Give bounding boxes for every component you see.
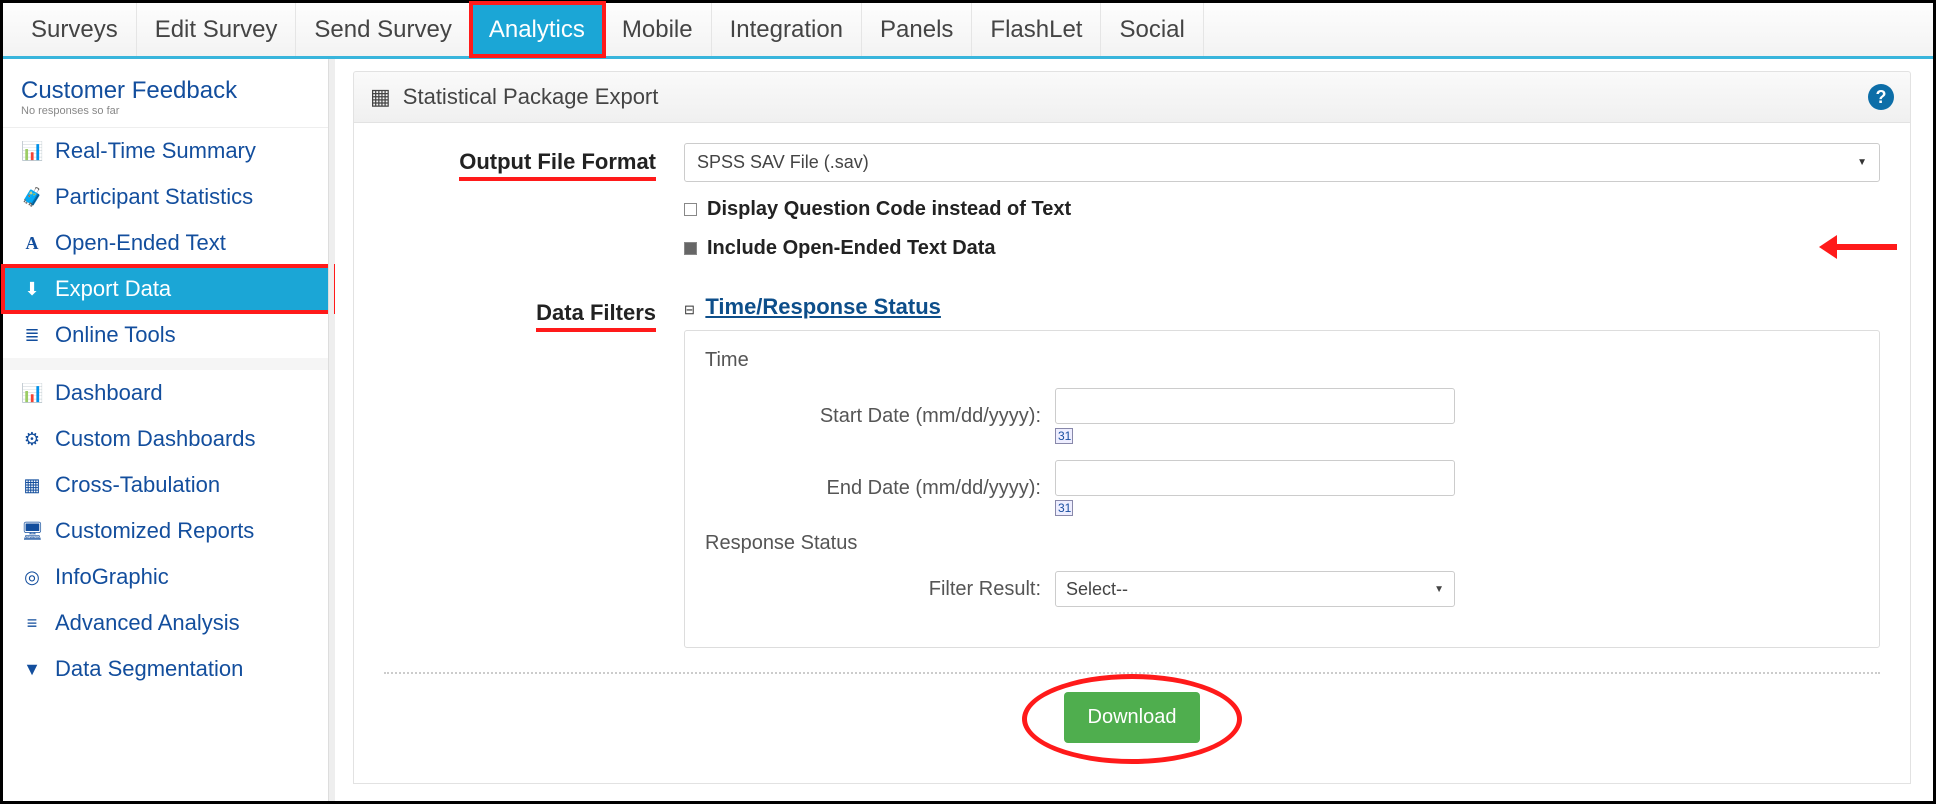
download-button[interactable]: Download <box>1064 692 1201 743</box>
sidebar-item-label: Online Tools <box>55 322 176 348</box>
tab-send-survey[interactable]: Send Survey <box>296 3 470 56</box>
sidebar-item-infographic[interactable]: ◎ InfoGraphic <box>3 554 334 600</box>
sidebar-item-label: Open-Ended Text <box>55 230 226 256</box>
tab-flashlet[interactable]: FlashLet <box>972 3 1101 56</box>
time-heading: Time <box>705 349 1859 372</box>
table-icon: ▦ <box>370 84 391 110</box>
tab-panels[interactable]: Panels <box>862 3 972 56</box>
tab-social[interactable]: Social <box>1101 3 1203 56</box>
sidebar-item-export-data[interactable]: ⬇ Export Data <box>3 266 334 312</box>
target-icon: ◎ <box>21 567 43 588</box>
include-open-ended-checkbox[interactable] <box>684 242 697 255</box>
sidebar-item-data-segmentation[interactable]: ▼ Data Segmentation <box>3 646 334 692</box>
sidebar: Customer Feedback No responses so far 📊 … <box>3 59 335 801</box>
start-date-label: Start Date (mm/dd/yyyy): <box>705 405 1055 428</box>
font-icon: A <box>21 233 43 254</box>
output-format-select[interactable]: SPSS SAV File (.sav) ▼ <box>684 143 1880 182</box>
include-open-ended-label: Include Open-Ended Text Data <box>707 237 996 260</box>
panel-title: Statistical Package Export <box>403 84 659 110</box>
sidebar-item-label: Data Segmentation <box>55 656 243 682</box>
tab-integration[interactable]: Integration <box>712 3 862 56</box>
sidebar-item-cross-tabulation[interactable]: ▦ Cross-Tabulation <box>3 462 334 508</box>
top-nav: Surveys Edit Survey Send Survey Analytic… <box>3 3 1933 59</box>
output-format-value: SPSS SAV File (.sav) <box>697 152 869 173</box>
start-date-input[interactable] <box>1055 388 1455 424</box>
chevron-down-icon: ▼ <box>1434 584 1444 595</box>
sidebar-item-custom-dashboards[interactable]: ⚙ Custom Dashboards <box>3 416 334 462</box>
sidebar-item-customized-reports[interactable]: 🖥 Customized Reports <box>3 508 334 554</box>
sidebar-item-label: InfoGraphic <box>55 564 169 590</box>
data-filters-label: Data Filters <box>384 294 684 332</box>
calendar-icon[interactable]: 31 <box>1055 428 1073 444</box>
main-panel: ▦ Statistical Package Export ? Output Fi… <box>335 59 1933 801</box>
gears-icon: ⚙ <box>21 429 43 450</box>
end-date-input[interactable] <box>1055 460 1455 496</box>
panel-header: ▦ Statistical Package Export ? <box>353 71 1911 123</box>
end-date-label: End Date (mm/dd/yyyy): <box>705 477 1055 500</box>
calendar-icon[interactable]: 31 <box>1055 500 1073 516</box>
filter-icon: ▼ <box>21 659 43 680</box>
grid-icon: ▦ <box>21 475 43 496</box>
sidebar-item-label: Customized Reports <box>55 518 254 544</box>
sidebar-divider <box>3 358 334 370</box>
display-question-code-checkbox[interactable] <box>684 203 697 216</box>
separator <box>384 672 1880 674</box>
chart-icon: 📊 <box>21 383 43 404</box>
chart-icon: 📊 <box>21 141 43 162</box>
response-status-heading: Response Status <box>705 532 1859 555</box>
briefcase-icon: 🧳 <box>21 187 43 208</box>
sidebar-item-dashboard[interactable]: 📊 Dashboard <box>3 370 334 416</box>
chevron-down-icon: ▼ <box>1857 157 1867 168</box>
filter-result-label: Filter Result: <box>705 578 1055 601</box>
collapse-toggle-icon[interactable]: ⊟ <box>684 302 695 317</box>
survey-title: Customer Feedback <box>3 73 334 105</box>
bars-icon: ≡ <box>21 613 43 634</box>
sidebar-scrollbar[interactable] <box>328 59 334 801</box>
sidebar-item-participant-statistics[interactable]: 🧳 Participant Statistics <box>3 174 334 220</box>
download-icon: ⬇ <box>21 279 43 300</box>
tab-mobile[interactable]: Mobile <box>604 3 712 56</box>
tab-edit-survey[interactable]: Edit Survey <box>137 3 297 56</box>
display-question-code-label: Display Question Code instead of Text <box>707 198 1071 221</box>
tab-analytics[interactable]: Analytics <box>471 3 604 56</box>
tab-surveys[interactable]: Surveys <box>13 3 137 56</box>
monitor-icon: 🖥 <box>21 521 43 542</box>
sidebar-item-label: Custom Dashboards <box>55 426 256 452</box>
output-format-label: Output File Format <box>384 143 684 181</box>
sidebar-item-realtime-summary[interactable]: 📊 Real-Time Summary <box>3 128 334 174</box>
sidebar-item-online-tools[interactable]: ≣ Online Tools <box>3 312 334 358</box>
sidebar-item-label: Dashboard <box>55 380 163 406</box>
sidebar-item-open-ended-text[interactable]: A Open-Ended Text <box>3 220 334 266</box>
survey-subtitle: No responses so far <box>3 105 334 128</box>
sidebar-item-label: Cross-Tabulation <box>55 472 220 498</box>
filter-result-value: Select-- <box>1066 579 1128 600</box>
panel-body: Output File Format SPSS SAV File (.sav) … <box>353 123 1911 784</box>
list-icon: ≣ <box>21 325 43 346</box>
filter-box: Time Start Date (mm/dd/yyyy): 31 End Dat… <box>684 330 1880 648</box>
sidebar-item-label: Real-Time Summary <box>55 138 256 164</box>
sidebar-item-label: Export Data <box>55 276 171 302</box>
sidebar-item-label: Participant Statistics <box>55 184 253 210</box>
sidebar-item-advanced-analysis[interactable]: ≡ Advanced Analysis <box>3 600 334 646</box>
sidebar-item-label: Advanced Analysis <box>55 610 240 636</box>
time-response-status-link[interactable]: Time/Response Status <box>705 294 941 319</box>
filter-result-select[interactable]: Select-- ▼ <box>1055 571 1455 607</box>
help-icon[interactable]: ? <box>1868 84 1894 110</box>
